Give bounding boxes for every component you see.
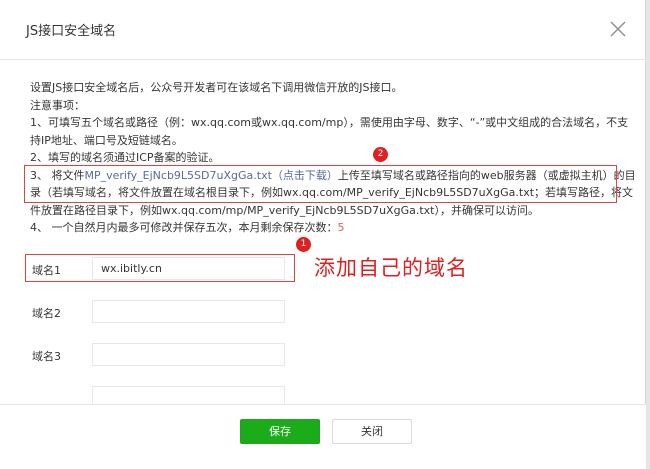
note-item-1-line-2: 持IP地址、端口号及短链域名。 (30, 133, 183, 147)
note-item-3-line-3: 件放置在路径目录下，例如wx.qq.com/mp/MP_verify_EjNcb… (30, 203, 539, 217)
save-button[interactable]: 保存 (240, 419, 320, 444)
note-item-1-line-1: 1、可填写五个域名或路径（例：wx.qq.com或wx.qq.com/mp），需… (30, 116, 629, 129)
instructions: 设置JS接口安全域名后，公众号开发者可在该域名下调用微信开放的JS接口。 注意事… (30, 79, 636, 237)
domain-2-label: 域名2 (32, 307, 61, 320)
note-item-4-text: 4、 一个自然月内最多可修改并保存五次，本月剩余保存次数： (30, 221, 338, 234)
dialog-footer: 保存 关闭 (0, 404, 646, 469)
note-item-4: 4、 一个自然月内最多可修改并保存五次，本月剩余保存次数：5 (30, 219, 620, 237)
annotation-badge-1: 1 (296, 237, 311, 252)
close-icon[interactable] (607, 18, 629, 40)
domain-1-input[interactable] (92, 257, 285, 280)
remaining-count: 5 (337, 221, 345, 234)
highlight-box-note-3 (24, 165, 617, 203)
annotation-text: 添加自己的域名 (314, 256, 468, 280)
domain-3-input[interactable] (92, 343, 285, 366)
note-item-2: 2、填写的域名须通过ICP备案的验证。 (30, 151, 220, 164)
dialog: JS接口安全域名 设置JS接口安全域名后，公众号开发者可在该域名下调用微信开放的… (0, 0, 646, 469)
intro-text: 设置JS接口安全域名后，公众号开发者可在该域名下调用微信开放的JS接口。 (30, 81, 403, 94)
domain-1-label: 域名1 (32, 264, 61, 277)
domain-3-label: 域名3 (32, 350, 61, 363)
notes-heading: 注意事项： (30, 98, 85, 112)
domain-4-input[interactable] (92, 386, 285, 404)
domain-2-input[interactable] (92, 300, 285, 323)
dialog-header: JS接口安全域名 (0, 0, 646, 60)
close-button[interactable]: 关闭 (332, 419, 412, 444)
dialog-title: JS接口安全域名 (26, 24, 117, 39)
annotation-badge-2: 2 (373, 147, 388, 162)
dialog-body: 设置JS接口安全域名后，公众号开发者可在该域名下调用微信开放的JS接口。 注意事… (0, 61, 646, 404)
